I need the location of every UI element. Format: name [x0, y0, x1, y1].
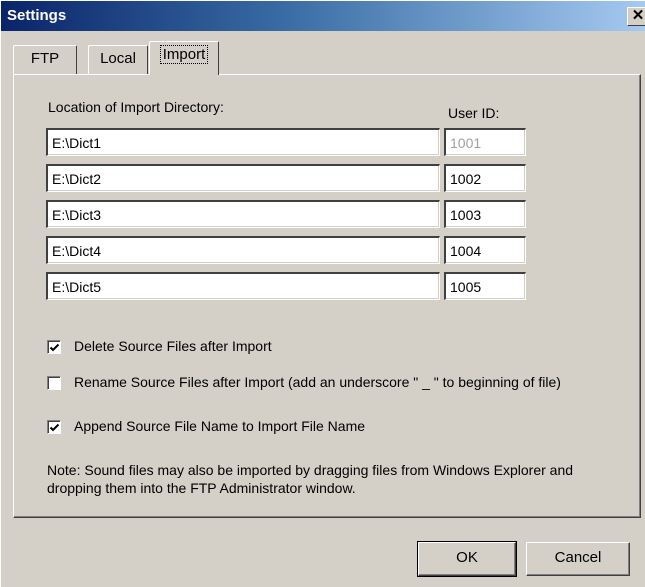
append-source-file-name-label: Append Source File Name to Import File N…	[74, 418, 366, 434]
user-id-2-input[interactable]: 1002	[444, 164, 526, 192]
cancel-button[interactable]: Cancel	[526, 542, 630, 576]
user-id-5-input[interactable]: 1005	[444, 272, 526, 300]
tab-ftp-label: FTP	[30, 50, 60, 67]
user-id-4-input[interactable]: 1004	[444, 236, 526, 264]
checkmark-icon	[49, 343, 60, 352]
import-directory-1-input[interactable]: E:\Dict1	[46, 128, 440, 156]
tab-import-label: Import	[159, 45, 209, 64]
tab-local[interactable]: Local	[88, 45, 148, 75]
tab-import[interactable]: Import	[149, 41, 219, 75]
window-title: Settings	[7, 7, 67, 24]
import-directory-3-input[interactable]: E:\Dict3	[46, 200, 440, 228]
tab-local-label: Local	[100, 50, 136, 67]
user-id-3-input[interactable]: 1003	[444, 200, 526, 228]
user-id-label: User ID:	[448, 105, 500, 121]
tab-ftp[interactable]: FTP	[13, 45, 77, 75]
drag-drop-note: Note: Sound files may also be imported b…	[47, 462, 574, 496]
rename-source-files-label: Rename Source Files after Import (add an…	[74, 374, 561, 390]
user-id-1-input: 1001	[444, 128, 526, 156]
import-directory-4-input[interactable]: E:\Dict4	[46, 236, 440, 264]
close-icon: ✕	[631, 7, 645, 24]
import-tab-panel: Location of Import Directory: User ID: E…	[13, 74, 641, 518]
delete-source-files-checkbox[interactable]	[47, 340, 61, 354]
checkmark-icon	[49, 423, 60, 432]
title-bar[interactable]: Settings ✕	[1, 1, 645, 31]
import-directory-label: Location of Import Directory:	[48, 99, 224, 115]
import-directory-5-input[interactable]: E:\Dict5	[46, 272, 440, 300]
close-button[interactable]: ✕	[627, 7, 645, 26]
append-source-file-name-checkbox[interactable]	[47, 420, 61, 434]
import-directory-2-input[interactable]: E:\Dict2	[46, 164, 440, 192]
settings-dialog: Settings ✕ FTP Local Import Location of …	[0, 0, 645, 587]
rename-source-files-checkbox[interactable]	[47, 376, 61, 390]
delete-source-files-label: Delete Source Files after Import	[74, 338, 272, 354]
ok-button[interactable]: OK	[417, 541, 517, 577]
